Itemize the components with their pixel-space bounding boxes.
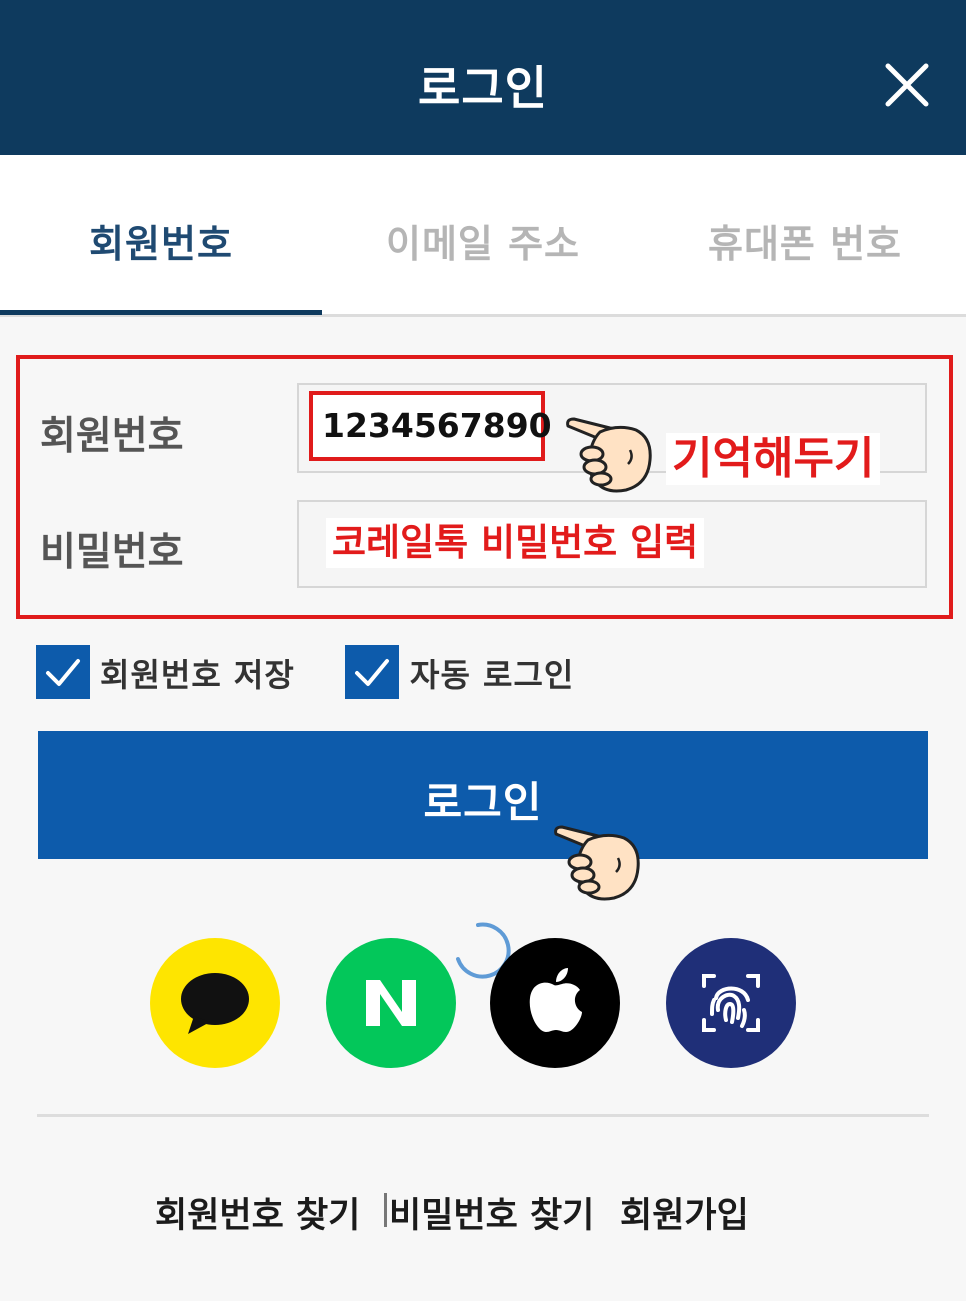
app-header: 로그인	[0, 0, 966, 155]
pointing-hand-icon	[566, 417, 652, 493]
tab-member-number[interactable]: 회원번호	[0, 213, 322, 268]
kakao-login-button[interactable]	[150, 938, 280, 1068]
checkmark-icon	[355, 659, 389, 686]
annotation-remember-text: 기억해두기	[666, 433, 881, 485]
apple-icon	[529, 968, 582, 1032]
save-member-number-checkbox[interactable]	[36, 645, 90, 699]
footer-divider	[37, 1114, 929, 1117]
login-button[interactable]: 로그인	[38, 731, 928, 859]
tab-email[interactable]: 이메일 주소	[322, 213, 644, 268]
find-password-link[interactable]: 비밀번호 찾기	[389, 1187, 594, 1238]
annotation-password-hint: 코레일톡 비밀번호 입력	[326, 518, 705, 568]
naver-login-button[interactable]	[326, 938, 456, 1068]
member-number-label: 회원번호	[40, 414, 184, 459]
close-icon[interactable]	[884, 62, 930, 108]
save-member-number-label: 회원번호 저장	[100, 656, 295, 694]
find-member-number-link[interactable]: 회원번호 찾기	[155, 1187, 360, 1238]
fingerprint-icon	[702, 974, 760, 1032]
page-title: 로그인	[418, 61, 548, 115]
member-number-value: 1234567890	[309, 391, 552, 461]
auto-login-label: 자동 로그인	[410, 656, 575, 694]
fingerprint-login-button[interactable]	[666, 938, 796, 1068]
login-method-tabs: 회원번호 이메일 주소 휴대폰 번호	[0, 155, 966, 317]
checkmark-icon	[46, 659, 80, 686]
apple-login-button[interactable]	[490, 938, 620, 1068]
tab-phone[interactable]: 휴대폰 번호	[644, 213, 966, 268]
pointing-hand-icon	[554, 825, 640, 901]
login-button-label: 로그인	[423, 778, 543, 827]
naver-icon	[366, 980, 416, 1026]
password-label: 비밀번호	[40, 530, 184, 575]
active-tab-indicator	[0, 310, 322, 315]
auto-login-checkbox[interactable]	[345, 645, 399, 699]
footer-separator	[384, 1193, 387, 1227]
kakao-icon	[181, 973, 249, 1034]
sign-up-link[interactable]: 회원가입	[620, 1187, 749, 1238]
